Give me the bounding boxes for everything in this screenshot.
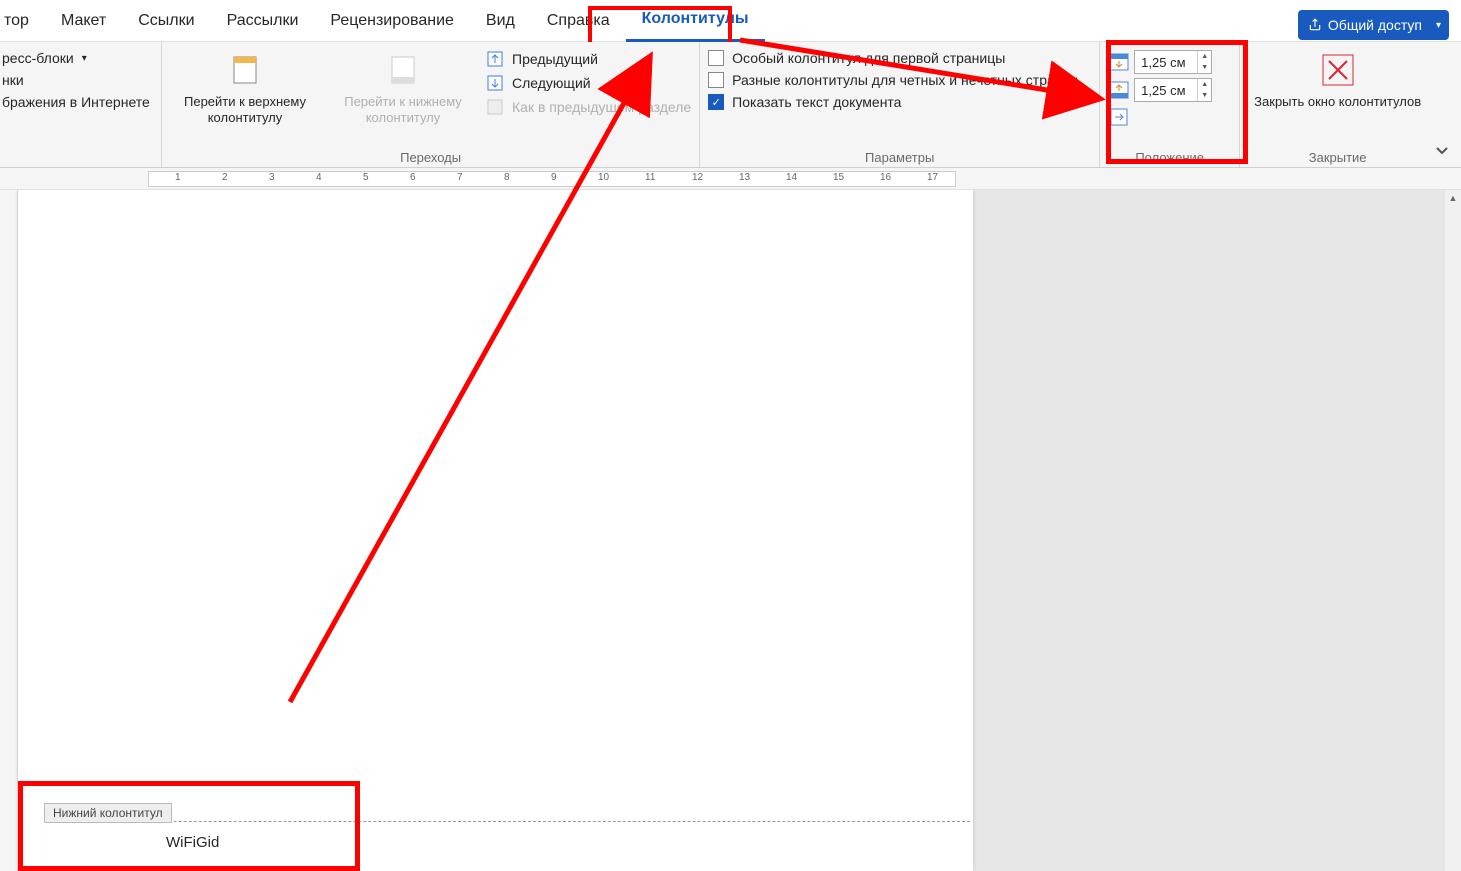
online-pictures-button[interactable]: бражения в Интернете xyxy=(2,94,150,110)
ribbon-tabs: тор Макет Ссылки Рассылки Рецензирование… xyxy=(0,0,1461,42)
goto-header-button[interactable]: Перейти к верхнему колонтитулу xyxy=(170,46,320,129)
tab-layout[interactable]: Макет xyxy=(45,0,122,42)
share-icon xyxy=(1308,18,1322,32)
different-odd-even-checkbox[interactable]: Разные колонтитулы для четных и нечетных… xyxy=(708,72,1078,88)
footer-area[interactable]: Нижний колонтитул WiFiGid xyxy=(44,821,970,865)
collapse-ribbon-button[interactable] xyxy=(1431,139,1453,161)
vertical-ruler[interactable] xyxy=(0,190,18,871)
goto-footer-button: Перейти к нижнему колонтитулу xyxy=(328,46,478,129)
footer-text[interactable]: WiFiGid xyxy=(44,834,970,851)
ruler-tick: 9 xyxy=(551,172,557,183)
group-label-navigation: Переходы xyxy=(170,148,691,165)
close-header-footer-button[interactable]: Закрыть окно колонтитулов xyxy=(1248,46,1427,114)
scroll-up-icon[interactable]: ▲ xyxy=(1445,190,1461,206)
group-navigation: Перейти к верхнему колонтитулу Перейти к… xyxy=(162,42,700,167)
ruler-tick: 14 xyxy=(786,172,797,183)
link-previous-icon xyxy=(486,98,504,116)
spinner-down-icon[interactable]: ▼ xyxy=(1198,90,1211,101)
chevron-down-icon: ▾ xyxy=(82,53,87,64)
ruler-tick: 4 xyxy=(316,172,322,183)
spinner-down-icon[interactable]: ▼ xyxy=(1198,62,1211,73)
tab-mailings[interactable]: Рассылки xyxy=(211,0,315,42)
next-icon xyxy=(486,74,504,92)
ruler-tick: 1 xyxy=(175,172,181,183)
spinner-up-icon[interactable]: ▲ xyxy=(1198,79,1211,90)
header-from-top-input[interactable]: 1,25 см ▲▼ xyxy=(1134,50,1212,74)
footer-from-bottom-input[interactable]: 1,25 см ▲▼ xyxy=(1134,78,1212,102)
horizontal-ruler[interactable]: 1234567891011121314151617 xyxy=(0,168,1461,190)
link-to-previous-button: Как в предыдущем разделе xyxy=(486,98,691,116)
tab-view[interactable]: Вид xyxy=(470,0,531,42)
footer-icon xyxy=(383,50,423,90)
ruler-tick: 7 xyxy=(457,172,463,183)
tab-header-footer[interactable]: Колонтитулы xyxy=(626,0,765,42)
document-page[interactable]: Нижний колонтитул WiFiGid xyxy=(18,190,973,871)
ruler-tick: 15 xyxy=(833,172,844,183)
different-first-page-checkbox[interactable]: Особый колонтитул для первой страницы xyxy=(708,50,1078,66)
ribbon: ресс-блоки ▾ нки бражения в Интернете Пе… xyxy=(0,42,1461,168)
group-label xyxy=(2,163,153,165)
checkbox-checked-icon: ✓ xyxy=(708,94,724,110)
next-section-button[interactable]: Следующий xyxy=(486,74,691,92)
chevron-down-icon: ▾ xyxy=(1436,20,1441,31)
footer-label-tab: Нижний колонтитул xyxy=(44,803,172,823)
ruler-tick: 17 xyxy=(927,172,938,183)
share-button[interactable]: Общий доступ ▾ xyxy=(1298,10,1449,40)
tab-links[interactable]: Ссылки xyxy=(122,0,210,42)
group-position: 1,25 см ▲▼ 1,25 см ▲▼ xyxy=(1100,42,1240,167)
previous-section-button[interactable]: Предыдущий xyxy=(486,50,691,68)
footer-from-bottom-icon xyxy=(1108,79,1130,101)
pictures-button[interactable]: нки xyxy=(2,72,150,88)
previous-icon xyxy=(486,50,504,68)
share-label: Общий доступ xyxy=(1328,17,1422,33)
show-document-text-checkbox[interactable]: ✓ Показать текст документа xyxy=(708,94,1078,110)
ruler-tick: 10 xyxy=(598,172,609,183)
close-icon xyxy=(1318,50,1358,90)
group-label-close: Закрытие xyxy=(1248,148,1427,165)
group-label-options: Параметры xyxy=(708,148,1091,165)
ruler-tick: 16 xyxy=(880,172,891,183)
group-close: Закрыть окно колонтитулов Закрытие xyxy=(1240,42,1435,167)
tab-cut[interactable]: тор xyxy=(0,0,45,42)
insert-alignment-tab-icon[interactable] xyxy=(1108,106,1130,128)
tab-review[interactable]: Рецензирование xyxy=(314,0,470,42)
checkbox-icon xyxy=(708,72,724,88)
tab-help[interactable]: Справка xyxy=(531,0,626,42)
ruler-tick: 6 xyxy=(410,172,416,183)
checkbox-icon xyxy=(708,50,724,66)
header-from-top-icon xyxy=(1108,51,1130,73)
ruler-tick: 13 xyxy=(739,172,750,183)
ruler-tick: 11 xyxy=(645,172,655,183)
ruler-tick: 8 xyxy=(504,172,510,183)
group-label-position: Положение xyxy=(1108,148,1231,165)
ruler-tick: 3 xyxy=(269,172,275,183)
express-blocks-button[interactable]: ресс-блоки ▾ xyxy=(2,50,150,66)
ruler-tick: 12 xyxy=(692,172,703,183)
group-partial-left: ресс-блоки ▾ нки бражения в Интернете xyxy=(0,42,162,167)
ruler-tick: 5 xyxy=(363,172,369,183)
header-icon xyxy=(225,50,265,90)
group-options: Особый колонтитул для первой страницы Ра… xyxy=(700,42,1100,167)
spinner-up-icon[interactable]: ▲ xyxy=(1198,51,1211,62)
ruler-tick: 2 xyxy=(222,172,228,183)
document-area: 1 Нижний колонтитул WiFiGid ▲ xyxy=(0,190,1461,871)
vertical-scrollbar[interactable]: ▲ xyxy=(1445,190,1461,871)
